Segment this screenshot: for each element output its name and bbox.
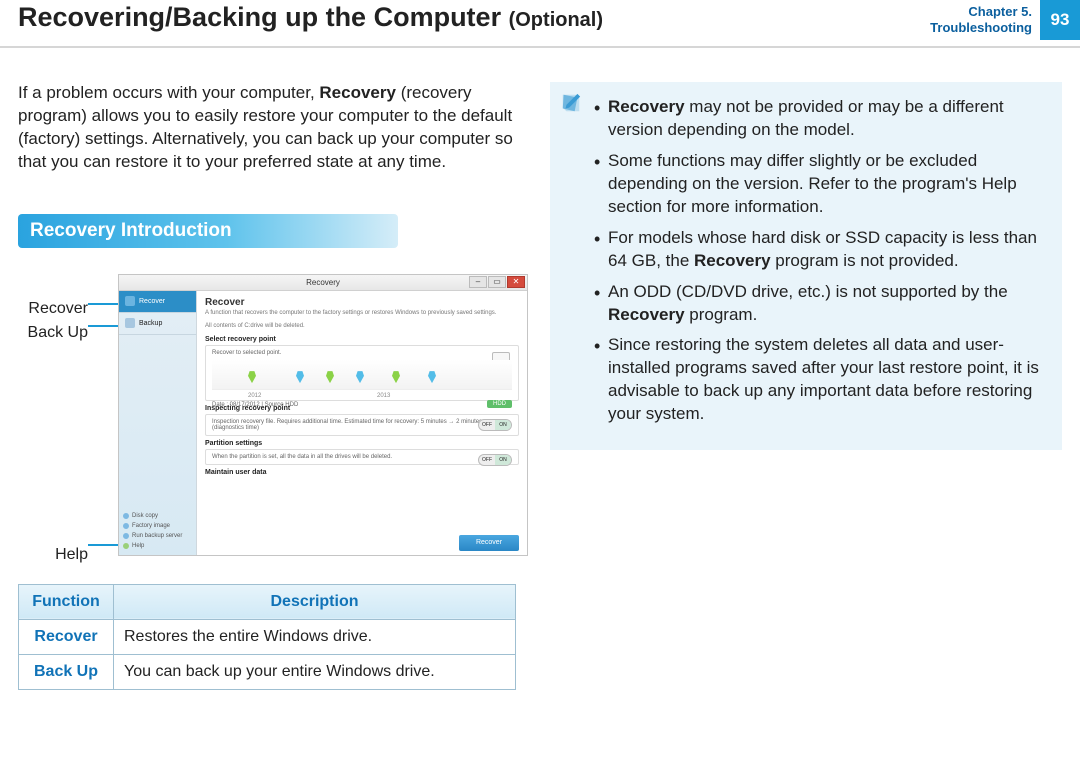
callout-help: Help xyxy=(55,546,88,564)
fn-backup: Back Up xyxy=(19,654,114,689)
function-table: Function Description Recover Restores th… xyxy=(18,584,516,690)
sidebar-bottom-links: Disk copy Factory image Run backup serve… xyxy=(123,511,192,551)
page-header: Recovering/Backing up the Computer (Opti… xyxy=(0,0,1080,52)
sidebar-backup-label: Backup xyxy=(139,320,162,327)
page-title: Recovering/Backing up the Computer (Opti… xyxy=(18,2,603,33)
window-body: Recover Backup Disk copy Factory image R… xyxy=(119,291,527,555)
tip-item-5: Since restoring the system deletes all d… xyxy=(594,334,1048,426)
page-number-badge: 93 xyxy=(1040,0,1080,40)
chapter-line-2: Troubleshooting xyxy=(930,20,1032,36)
sidebar-item-recover[interactable]: Recover xyxy=(119,291,196,313)
maximize-button[interactable]: ▭ xyxy=(488,276,506,288)
inspecting-box: Inspection recovery file. Requires addit… xyxy=(205,414,519,436)
factory-image-icon xyxy=(123,523,129,529)
left-column: If a problem occurs with your computer, … xyxy=(18,82,530,690)
section-heading-recovery-introduction: Recovery Introduction xyxy=(18,214,398,248)
callout-line-help xyxy=(88,544,120,546)
timeline-marker-5[interactable] xyxy=(392,371,400,383)
recovery-window-figure: Recover Back Up Help Recovery – ▭ ✕ xyxy=(18,276,530,566)
toggle-off: OFF xyxy=(479,420,495,430)
main-sub1: A function that recovers the computer to… xyxy=(205,310,519,317)
backup-icon xyxy=(125,318,135,328)
window-main: Recover A function that recovers the com… xyxy=(197,291,527,555)
inspecting-text: Inspection recovery file. Requires addit… xyxy=(212,419,512,431)
recovery-timeline-box: Recover to selected point. 2012 2013 xyxy=(205,345,519,401)
intro-pre: If a problem occurs with your computer, xyxy=(18,83,319,102)
main-heading: Recover xyxy=(205,297,519,308)
select-recovery-point-label: Select recovery point xyxy=(205,336,519,343)
partition-toggle[interactable]: OFF ON xyxy=(478,454,512,466)
timeline-marker-6[interactable] xyxy=(428,371,436,383)
window-sidebar: Recover Backup Disk copy Factory image R… xyxy=(119,291,197,555)
axis-label-right: 2013 xyxy=(377,393,390,399)
tip-item-4: An ODD (CD/DVD drive, etc.) is not suppo… xyxy=(594,281,1048,327)
close-button[interactable]: ✕ xyxy=(507,276,525,288)
tip-item-3: For models whose hard disk or SSD capaci… xyxy=(594,227,1048,273)
desc-backup: You can back up your entire Windows driv… xyxy=(114,654,516,689)
timeline-marker-2[interactable] xyxy=(296,371,304,383)
toggle-off-2: OFF xyxy=(479,455,495,465)
intro-bold: Recovery xyxy=(319,83,396,102)
timeline-marker-3[interactable] xyxy=(326,371,334,383)
partition-text: When the partition is set, all the data … xyxy=(212,454,512,460)
table-row: Back Up You can back up your entire Wind… xyxy=(19,654,516,689)
partition-box: When the partition is set, all the data … xyxy=(205,449,519,465)
tip-list: Recovery may not be provided or may be a… xyxy=(594,96,1048,426)
recover-icon xyxy=(125,296,135,306)
table-row: Recover Restores the entire Windows driv… xyxy=(19,619,516,654)
axis-label-left: 2012 xyxy=(248,393,261,399)
window-controls: – ▭ ✕ xyxy=(469,276,525,288)
maintain-label: Maintain user data xyxy=(205,469,519,476)
toggle-on-2: ON xyxy=(495,455,511,465)
title-optional: (Optional) xyxy=(509,9,603,31)
sidebar-disk-copy[interactable]: Disk copy xyxy=(123,511,192,521)
right-column: Recovery may not be provided or may be a… xyxy=(550,82,1062,690)
chapter-line-1: Chapter 5. xyxy=(930,4,1032,20)
timeline-marker-1[interactable] xyxy=(248,371,256,383)
help-icon xyxy=(123,543,129,549)
content-columns: If a problem occurs with your computer, … xyxy=(0,52,1080,690)
run-backup-server-icon xyxy=(123,533,129,539)
hdd-badge: HDD xyxy=(487,400,512,408)
title-main: Recovering/Backing up the Computer xyxy=(18,2,501,32)
recover-button[interactable]: Recover xyxy=(459,535,519,551)
callout-line-backup xyxy=(88,325,120,327)
window-footer: Recover xyxy=(197,535,527,551)
timeline-marker-4[interactable] xyxy=(356,371,364,383)
sidebar-factory-image[interactable]: Factory image xyxy=(123,521,192,531)
partition-label: Partition settings xyxy=(205,440,519,447)
th-description: Description xyxy=(114,584,516,619)
fn-recover: Recover xyxy=(19,619,114,654)
chapter-label: Chapter 5. Troubleshooting xyxy=(930,4,1032,35)
inspecting-toggle[interactable]: OFF ON xyxy=(478,419,512,431)
note-icon xyxy=(560,92,582,114)
window-titlebar: Recovery – ▭ ✕ xyxy=(119,275,527,291)
sidebar-item-backup[interactable]: Backup xyxy=(119,313,196,335)
select-recovery-sub: Recover to selected point. xyxy=(212,350,512,356)
minimize-button[interactable]: – xyxy=(469,276,487,288)
callout-line-recover xyxy=(88,303,120,305)
intro-paragraph: If a problem occurs with your computer, … xyxy=(18,82,530,174)
main-sub2: All contents of C:drive will be deleted. xyxy=(205,323,519,330)
window-title: Recovery xyxy=(306,278,340,287)
date-source-line: Date : 08/17/2012 | Source HDD HDD xyxy=(212,402,512,408)
callout-backup: Back Up xyxy=(28,324,88,342)
callout-recover: Recover xyxy=(28,300,88,318)
sidebar-run-backup-server[interactable]: Run backup server xyxy=(123,531,192,541)
table-header-row: Function Description xyxy=(19,584,516,619)
tip-item-2: Some functions may differ slightly or be… xyxy=(594,150,1048,219)
recovery-window: Recovery – ▭ ✕ Recover xyxy=(118,274,528,556)
desc-recover: Restores the entire Windows drive. xyxy=(114,619,516,654)
header-divider xyxy=(0,46,1080,48)
timeline-track[interactable]: 2012 2013 xyxy=(212,360,512,390)
sidebar-recover-label: Recover xyxy=(139,298,165,305)
toggle-on: ON xyxy=(495,420,511,430)
th-function: Function xyxy=(19,584,114,619)
tip-item-1: Recovery may not be provided or may be a… xyxy=(594,96,1048,142)
tip-box: Recovery may not be provided or may be a… xyxy=(550,82,1062,450)
disk-copy-icon xyxy=(123,513,129,519)
sidebar-help[interactable]: Help xyxy=(123,541,192,551)
